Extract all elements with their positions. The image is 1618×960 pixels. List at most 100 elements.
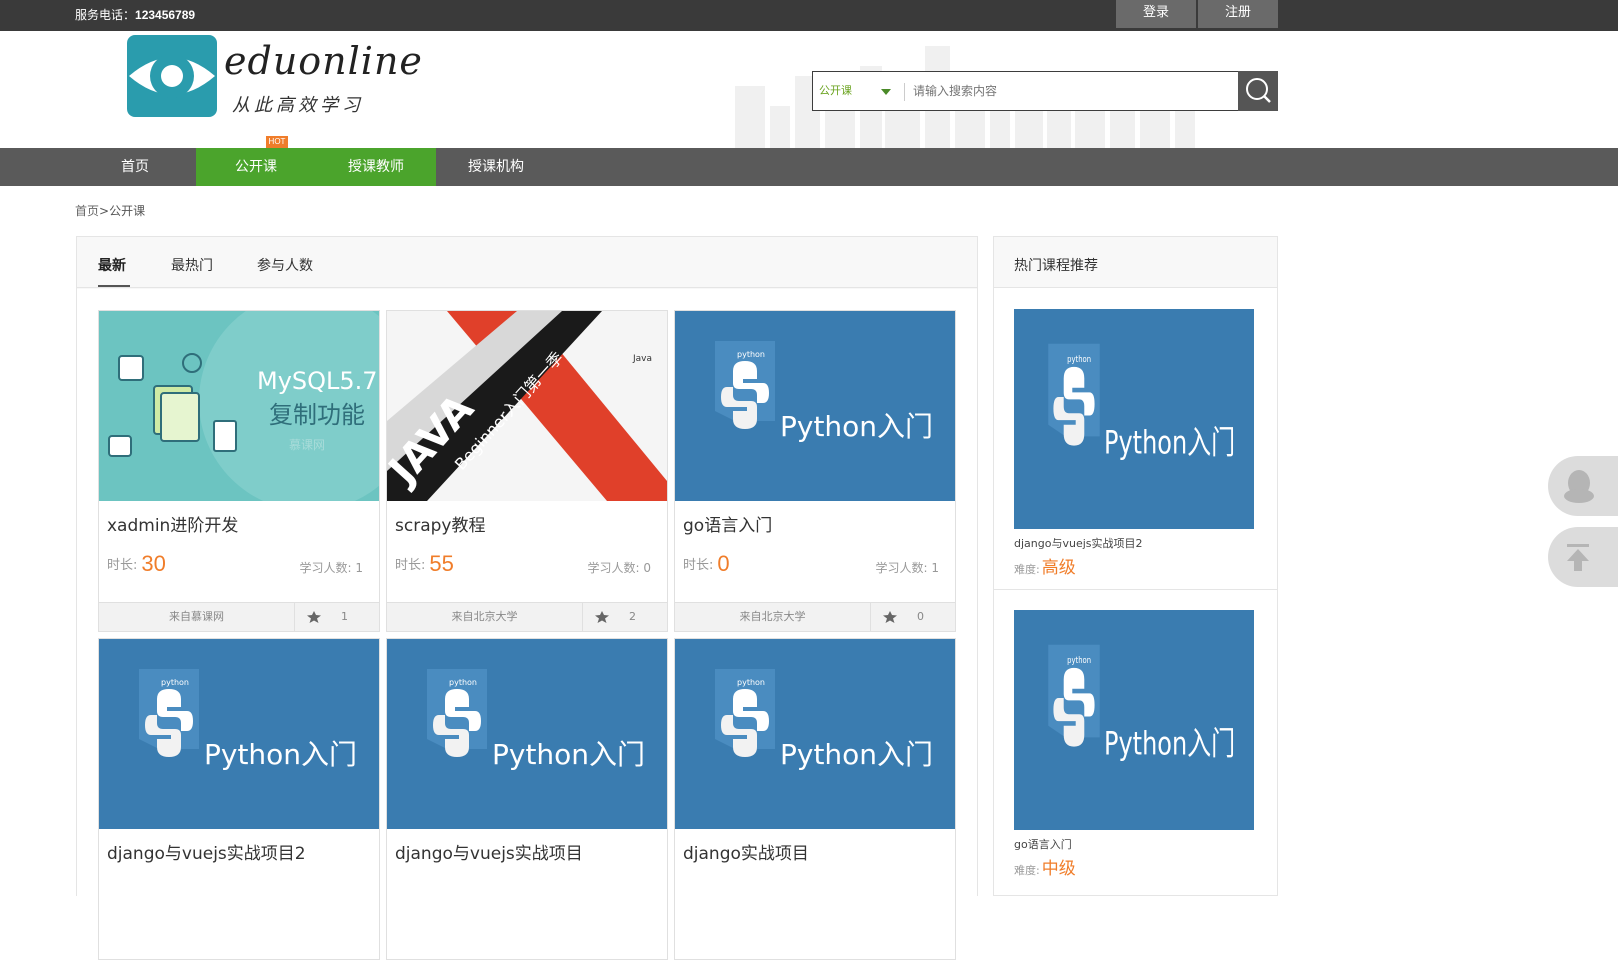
python-badge-text: python: [1067, 654, 1091, 665]
course-list-panel: 最新 最热门 参与人数 MySQL5.7 复制功能 慕课网 xadmin进阶开发…: [76, 236, 978, 960]
course-title[interactable]: scrapy教程: [395, 511, 485, 536]
python-thumb-text: Python入门: [780, 410, 933, 443]
course-thumbnail[interactable]: JAVA Beginner入门第一季 Java: [387, 311, 667, 501]
course-card[interactable]: python Python入门 go语言入门 时长: 0 学习人数: 1 来自北京大…: [674, 310, 956, 632]
recommended-thumbnail[interactable]: python Python入门: [1014, 309, 1254, 529]
breadcrumb-separator: >: [99, 204, 110, 218]
python-thumbnail-image: python Python入门: [675, 639, 955, 829]
course-card[interactable]: python Python入门 django与vuejs实战项目2: [98, 638, 380, 960]
learners-label: 学习人数:: [875, 561, 928, 575]
nav-item-organizations[interactable]: 授课机构: [436, 148, 556, 186]
hot-courses-header: 热门课程推荐: [994, 237, 1277, 288]
logo-text[interactable]: eduonline: [224, 39, 423, 83]
course-card[interactable]: python Python入门 django与vuejs实战项目: [386, 638, 668, 960]
recommended-level: 难度: 中级: [1014, 854, 1254, 879]
course-title[interactable]: django与vuejs实战项目: [395, 839, 583, 864]
course-org[interactable]: 来自北京大学: [387, 603, 583, 631]
course-title[interactable]: django实战项目: [683, 839, 809, 864]
service-phone-number: 123456789: [135, 8, 196, 22]
python-thumbnail-image: python Python入门: [1014, 610, 1254, 830]
fav-count: 2: [629, 610, 636, 623]
back-to-top-button[interactable]: [1548, 527, 1618, 587]
difficulty-value: 高级: [1041, 558, 1076, 578]
difficulty-value: 中级: [1041, 859, 1076, 879]
duration-label: 时长:: [107, 558, 138, 573]
header: eduonline 从此高效学习 公开课: [0, 31, 1618, 148]
search-button[interactable]: [1238, 71, 1278, 111]
logo-slogan: 从此高效学习: [232, 95, 364, 116]
python-thumb-text: Python入门: [492, 738, 645, 771]
star-icon[interactable]: [883, 611, 897, 623]
java-thumbnail-image: JAVA Beginner入门第一季 Java: [387, 311, 667, 501]
python-thumbnail-image: python Python入门: [1014, 309, 1254, 529]
course-org[interactable]: 来自慕课网: [99, 603, 295, 631]
course-thumbnail[interactable]: python Python入门: [99, 639, 379, 829]
learners-value: 0: [643, 561, 651, 575]
course-thumbnail[interactable]: python Python入门: [387, 639, 667, 829]
chevron-down-icon[interactable]: [881, 89, 891, 95]
breadcrumb-home-link[interactable]: 首页: [75, 204, 99, 218]
sort-tabs: 最新 最热门 参与人数: [77, 237, 977, 288]
recommended-name[interactable]: go语言入门: [1014, 836, 1254, 852]
top-bar: 服务电话：123456789 登录 注册: [0, 0, 1618, 31]
learners-label: 学习人数:: [587, 561, 640, 575]
tab-newest[interactable]: 最新: [98, 255, 126, 275]
service-phone: 服务电话：123456789: [75, 6, 195, 23]
star-icon[interactable]: [595, 611, 609, 623]
main-nav: 首页 公开课 授课教师 授课机构: [0, 148, 1618, 186]
search-category-select[interactable]: 公开课: [819, 82, 852, 98]
course-thumbnail[interactable]: python Python入门: [675, 311, 955, 501]
tab-hottest[interactable]: 最热门: [171, 255, 213, 275]
python-thumbnail-image: python Python入门: [99, 639, 379, 829]
course-card[interactable]: python Python入门 django实战项目: [674, 638, 956, 960]
star-icon[interactable]: [307, 611, 321, 623]
thumb-feature-text: 复制功能: [269, 401, 365, 429]
course-title[interactable]: django与vuejs实战项目2: [107, 839, 306, 864]
eduonline-logo-icon: [127, 35, 217, 117]
recommended-course[interactable]: python Python入门 go语言入门 难度: 中级: [1014, 610, 1254, 879]
course-title[interactable]: xadmin进阶开发: [107, 511, 238, 536]
python-thumbnail-image: python Python入门: [387, 639, 667, 829]
course-thumbnail[interactable]: python Python入门: [675, 639, 955, 829]
duration-value: 30: [141, 551, 166, 576]
recommended-thumbnail[interactable]: python Python入门: [1014, 610, 1254, 830]
nav-item-teachers[interactable]: 授课教师: [316, 148, 436, 186]
course-thumbnail[interactable]: MySQL5.7 复制功能 慕课网: [99, 311, 379, 501]
hot-courses-title: 热门课程推荐: [1014, 258, 1098, 274]
login-button[interactable]: 登录: [1116, 0, 1196, 28]
course-learners: 学习人数: 1: [875, 559, 939, 576]
course-org[interactable]: 来自北京大学: [675, 603, 871, 631]
mysql-thumbnail-image: MySQL5.7 复制功能 慕课网: [99, 311, 379, 501]
difficulty-label: 难度:: [1014, 563, 1040, 576]
hot-badge: HOT: [266, 136, 288, 148]
python-thumb-text: Python入门: [1104, 424, 1235, 462]
service-phone-label: 服务电话：: [75, 8, 136, 22]
tab-participants[interactable]: 参与人数: [257, 255, 313, 275]
search-icon: [1246, 78, 1271, 103]
qq-icon: [1564, 470, 1594, 503]
course-card-footer: 来自北京大学 2: [387, 602, 667, 631]
python-badge-text: python: [161, 678, 189, 687]
qq-contact-button[interactable]: [1548, 456, 1618, 516]
hot-courses-panel: 热门课程推荐 python Python入门 django与vuejs实战项目2 …: [993, 236, 1278, 896]
course-card-footer: 来自慕课网 1: [99, 602, 379, 631]
search-input[interactable]: [913, 80, 1213, 102]
python-thumb-text: Python入门: [204, 738, 357, 771]
learners-value: 1: [355, 561, 363, 575]
recommended-name[interactable]: django与vuejs实战项目2: [1014, 535, 1254, 551]
nav-item-open-courses[interactable]: 公开课: [196, 148, 316, 186]
course-duration: 时长: 30: [107, 551, 166, 577]
nav-item-home[interactable]: 首页: [75, 148, 195, 186]
recommended-course[interactable]: python Python入门 django与vuejs实战项目2 难度: 高级: [1014, 309, 1254, 578]
course-learners: 学习人数: 0: [587, 559, 651, 576]
course-title[interactable]: go语言入门: [683, 511, 772, 536]
back-to-top-icon: [1567, 544, 1589, 571]
course-learners: 学习人数: 1: [299, 559, 363, 576]
course-card[interactable]: MySQL5.7 复制功能 慕课网 xadmin进阶开发 时长: 30 学习人数:…: [98, 310, 380, 632]
active-tab-indicator: [98, 285, 130, 287]
course-card[interactable]: JAVA Beginner入门第一季 Java scrapy教程 时长: 55 学…: [386, 310, 668, 632]
python-thumbnail-image: python Python入门: [675, 311, 955, 501]
learners-label: 学习人数:: [299, 561, 352, 575]
breadcrumb-current: 公开课: [109, 204, 146, 218]
register-button[interactable]: 注册: [1198, 0, 1278, 28]
